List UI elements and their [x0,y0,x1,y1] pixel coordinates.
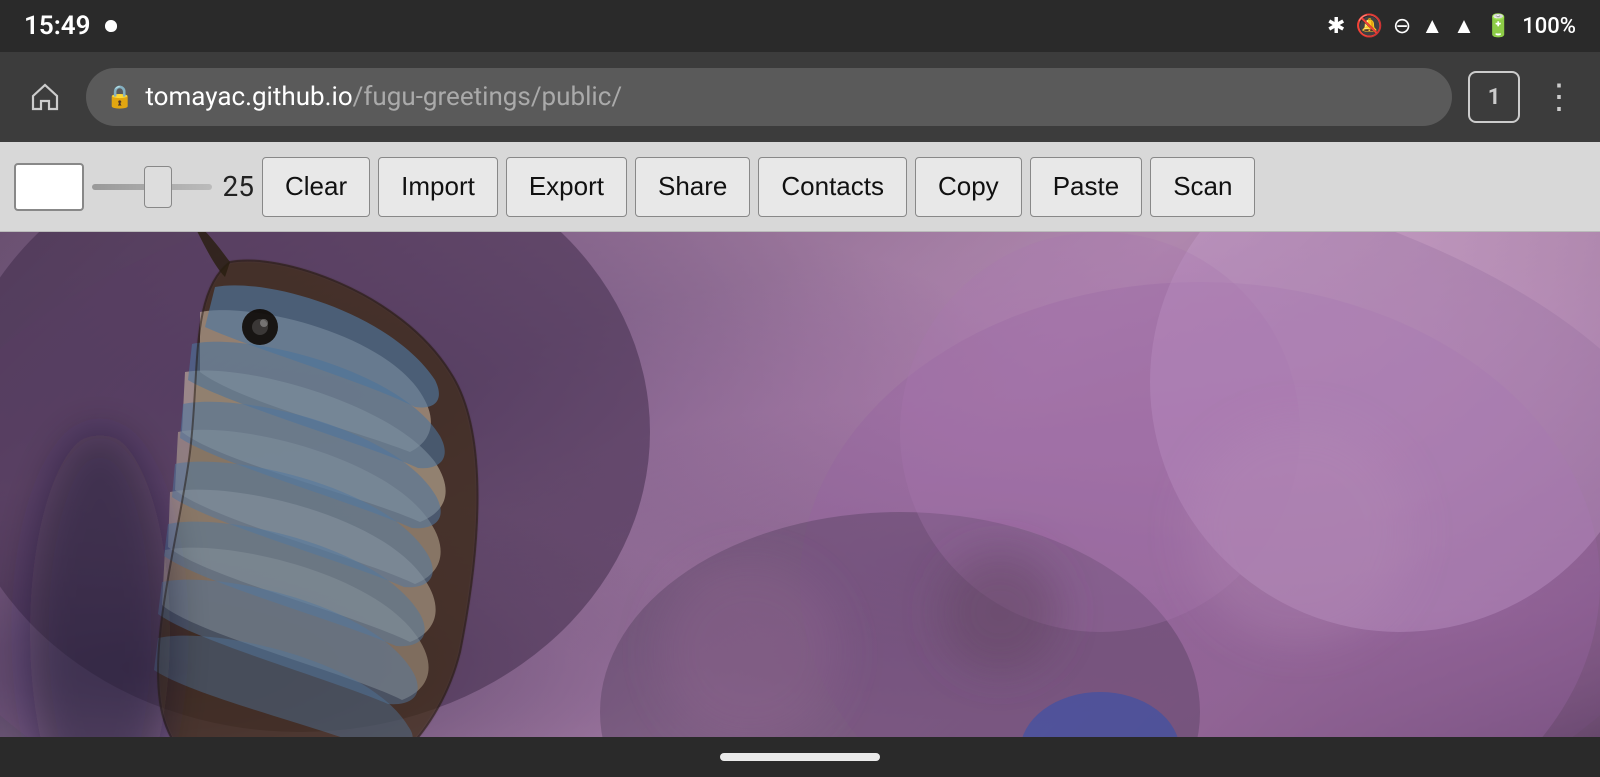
clear-button[interactable]: Clear [262,157,370,217]
export-button[interactable]: Export [506,157,627,217]
color-swatch[interactable] [14,163,84,211]
home-button[interactable] [20,72,70,122]
scan-button[interactable]: Scan [1150,157,1255,217]
lock-icon: 🔒 [106,85,133,110]
canvas-area[interactable] [0,232,1600,777]
address-pill[interactable]: 🔒 tomayac.github.io/fugu-greetings/publi… [86,68,1452,126]
slider-container: 25 [92,170,254,203]
address-path: /fugu-greetings/public/ [353,82,622,112]
slider-track [92,184,212,190]
share-button[interactable]: Share [635,157,750,217]
address-domain: tomayac.github.io [145,82,352,112]
address-bar-row: 🔒 tomayac.github.io/fugu-greetings/publi… [0,52,1600,142]
dnd-icon: ⊖ [1393,14,1411,39]
slider-thumb[interactable] [144,166,172,208]
contacts-button[interactable]: Contacts [758,157,907,217]
status-bar-left: 15:49 ⏺ [24,11,118,42]
slider-value: 25 [218,170,254,203]
tab-count: 1 [1488,85,1501,110]
notifications-muted-icon: 🔕 [1355,14,1382,39]
status-bar: 15:49 ⏺ ✱ 🔕 ⊖ ▲ ▲ 🔋 100% [0,0,1600,52]
tab-count-button[interactable]: 1 [1468,71,1520,123]
copy-button[interactable]: Copy [915,157,1022,217]
status-time: 15:49 [24,11,91,41]
home-icon [30,82,60,112]
bluetooth-icon: ✱ [1327,14,1345,39]
more-menu-button[interactable]: ⋮ [1536,77,1580,117]
status-app-icon: ⏺ [105,11,118,42]
nav-bar [0,737,1600,777]
status-bar-right: ✱ 🔕 ⊖ ▲ ▲ 🔋 100% [1327,13,1576,39]
toolbar: 25 Clear Import Export Share Contacts Co… [0,142,1600,232]
address-text: tomayac.github.io/fugu-greetings/public/ [145,82,622,112]
background-image [0,232,1600,777]
battery-icon: 🔋 [1485,14,1512,39]
import-button[interactable]: Import [378,157,498,217]
wifi-icon: ▲ [1421,13,1443,39]
nav-pill [720,753,880,761]
fish-illustration [0,232,1600,777]
paste-button[interactable]: Paste [1030,157,1143,217]
battery-percent: 100% [1522,14,1576,39]
signal-icon: ▲ [1453,13,1475,39]
